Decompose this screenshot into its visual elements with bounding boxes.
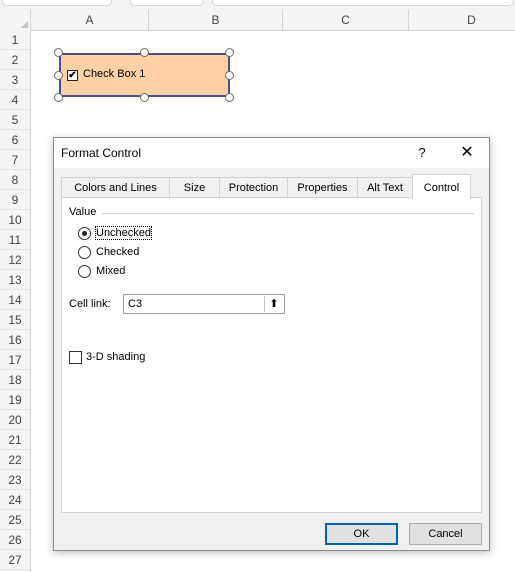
help-icon[interactable]: ? — [412, 143, 432, 163]
resize-handle[interactable] — [140, 48, 149, 57]
ribbon-tab-shape — [212, 0, 514, 6]
radio-icon[interactable] — [78, 246, 91, 259]
row-header[interactable]: 6 — [0, 130, 30, 150]
resize-handle[interactable] — [140, 93, 149, 102]
row-header[interactable]: 2 — [0, 50, 30, 70]
radio-icon[interactable] — [78, 265, 91, 278]
tab-control[interactable]: Control — [412, 174, 471, 199]
row-header[interactable]: 26 — [0, 530, 30, 550]
row-header[interactable]: 25 — [0, 510, 30, 530]
tab-protection[interactable]: Protection — [219, 177, 288, 198]
value-group-label: Value — [69, 206, 97, 218]
dialog-titlebar[interactable]: Format Control ? ✕ — [54, 138, 489, 168]
row-header[interactable]: 24 — [0, 490, 30, 510]
row-header[interactable]: 9 — [0, 190, 30, 210]
select-all-corner[interactable] — [0, 10, 31, 30]
tab-alt-text[interactable]: Alt Text — [357, 177, 413, 198]
group-divider — [102, 213, 474, 214]
row-header[interactable]: 8 — [0, 170, 30, 190]
radio-mixed-label[interactable]: Mixed — [96, 265, 125, 277]
row-header[interactable]: 1 — [0, 30, 30, 50]
resize-handle[interactable] — [54, 93, 63, 102]
cell-link-label: Cell link: — [69, 298, 111, 310]
column-header-c[interactable]: C — [283, 10, 409, 30]
checkbox-check-icon[interactable]: ✔ — [67, 70, 78, 81]
row-header[interactable]: 5 — [0, 110, 30, 130]
row-header[interactable]: 16 — [0, 330, 30, 350]
dialog-title: Format Control — [61, 146, 142, 160]
row-header[interactable]: 15 — [0, 310, 30, 330]
row-header[interactable]: 22 — [0, 450, 30, 470]
column-header-bar: A B C D — [0, 10, 515, 31]
row-header[interactable]: 11 — [0, 230, 30, 250]
format-control-dialog: Format Control ? ✕ Colors and Lines Size… — [53, 137, 490, 551]
row-header[interactable]: 4 — [0, 90, 30, 110]
resize-handle[interactable] — [225, 93, 234, 102]
ok-button[interactable]: OK — [325, 523, 398, 545]
cell-link-value: C3 — [128, 298, 143, 310]
tab-properties[interactable]: Properties — [287, 177, 358, 198]
radio-checked-label[interactable]: Checked — [96, 246, 139, 258]
control-tab-panel: Value Unchecked Checked Mixed Cell link:… — [61, 197, 482, 513]
row-header[interactable]: 13 — [0, 270, 30, 290]
row-header[interactable]: 23 — [0, 470, 30, 490]
ribbon-tab-shape — [130, 0, 204, 6]
form-checkbox-control[interactable]: ✔ Check Box 1 — [59, 53, 230, 97]
row-header[interactable]: 19 — [0, 390, 30, 410]
row-header[interactable]: 3 — [0, 70, 30, 90]
resize-handle[interactable] — [54, 71, 63, 80]
collapse-dialog-icon[interactable]: ⬆ — [264, 296, 283, 312]
column-header-a[interactable]: A — [31, 10, 149, 30]
row-header-bar: 1 2 3 4 5 6 7 8 9 10 11 12 13 14 15 16 1… — [0, 30, 31, 572]
row-header[interactable]: 10 — [0, 210, 30, 230]
row-header[interactable]: 18 — [0, 370, 30, 390]
resize-handle[interactable] — [225, 71, 234, 80]
row-header[interactable]: 7 — [0, 150, 30, 170]
row-header[interactable]: 20 — [0, 410, 30, 430]
resize-handle[interactable] — [54, 48, 63, 57]
resize-handle[interactable] — [225, 48, 234, 57]
cell-link-input[interactable]: C3 ⬆ — [123, 294, 285, 314]
row-header[interactable]: 12 — [0, 250, 30, 270]
cancel-button[interactable]: Cancel — [409, 523, 482, 545]
row-header[interactable]: 21 — [0, 430, 30, 450]
radio-unchecked-label[interactable]: Unchecked — [94, 226, 153, 240]
row-header[interactable]: 14 — [0, 290, 30, 310]
row-header[interactable]: 17 — [0, 350, 30, 370]
tab-size[interactable]: Size — [169, 177, 220, 198]
checkbox-label: Check Box 1 — [83, 68, 146, 80]
radio-selected-icon[interactable] — [78, 227, 91, 240]
column-header-b[interactable]: B — [149, 10, 283, 30]
shading-label[interactable]: 3-D shading — [86, 351, 145, 363]
shading-checkbox[interactable] — [69, 351, 82, 364]
column-header-d[interactable]: D — [409, 10, 515, 30]
close-icon[interactable]: ✕ — [454, 143, 480, 163]
row-header[interactable]: 27 — [0, 550, 30, 570]
tab-colors-and-lines[interactable]: Colors and Lines — [61, 177, 170, 198]
ribbon-tab-shape — [2, 0, 112, 6]
